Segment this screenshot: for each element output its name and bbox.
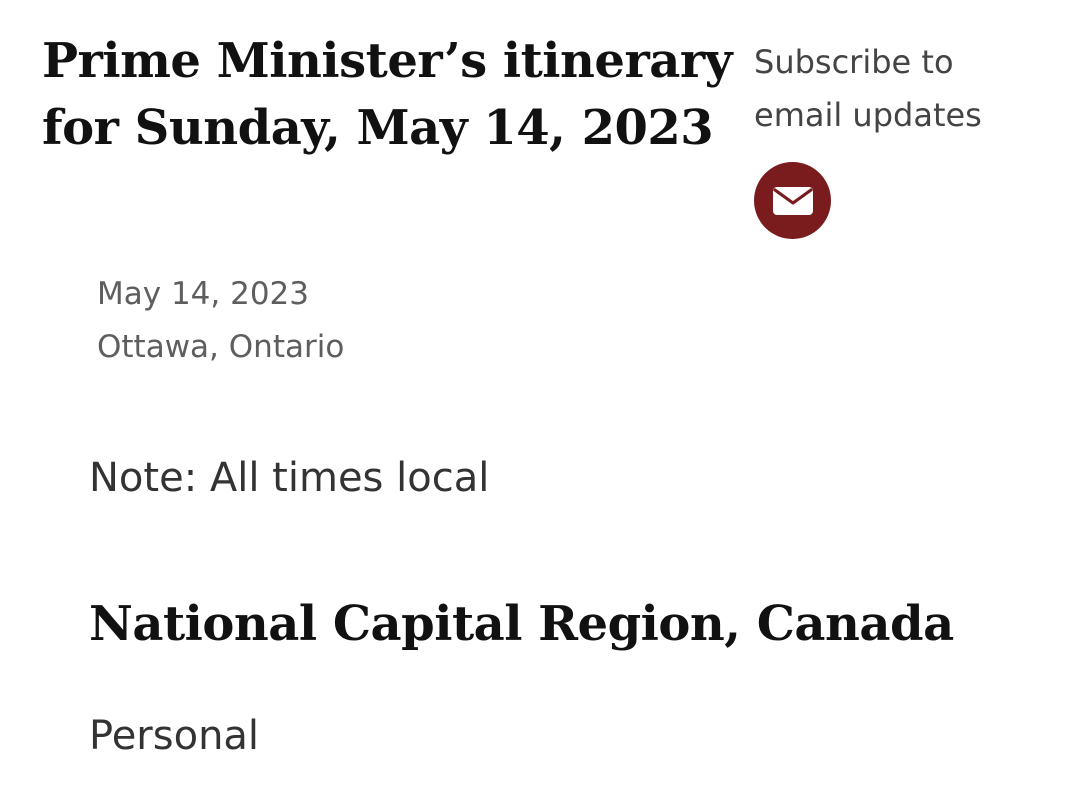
subscribe-section: Subscribe to email updates [754, 36, 1054, 239]
location: Ottawa, Ontario [97, 329, 345, 365]
publish-date: May 14, 2023 [97, 276, 309, 312]
article-meta: May 14, 2023 Ottawa, Ontario [97, 268, 344, 374]
email-subscribe-button[interactable] [754, 162, 831, 239]
region-heading: National Capital Region, Canada [89, 596, 954, 652]
envelope-icon [772, 186, 813, 215]
time-note: Note: All times local [89, 455, 490, 501]
subscribe-label[interactable]: Subscribe to email updates [754, 36, 1014, 142]
page-title: Prime Minister’s itinerary for Sunday, M… [42, 33, 733, 156]
itinerary-item: Personal [89, 713, 260, 759]
